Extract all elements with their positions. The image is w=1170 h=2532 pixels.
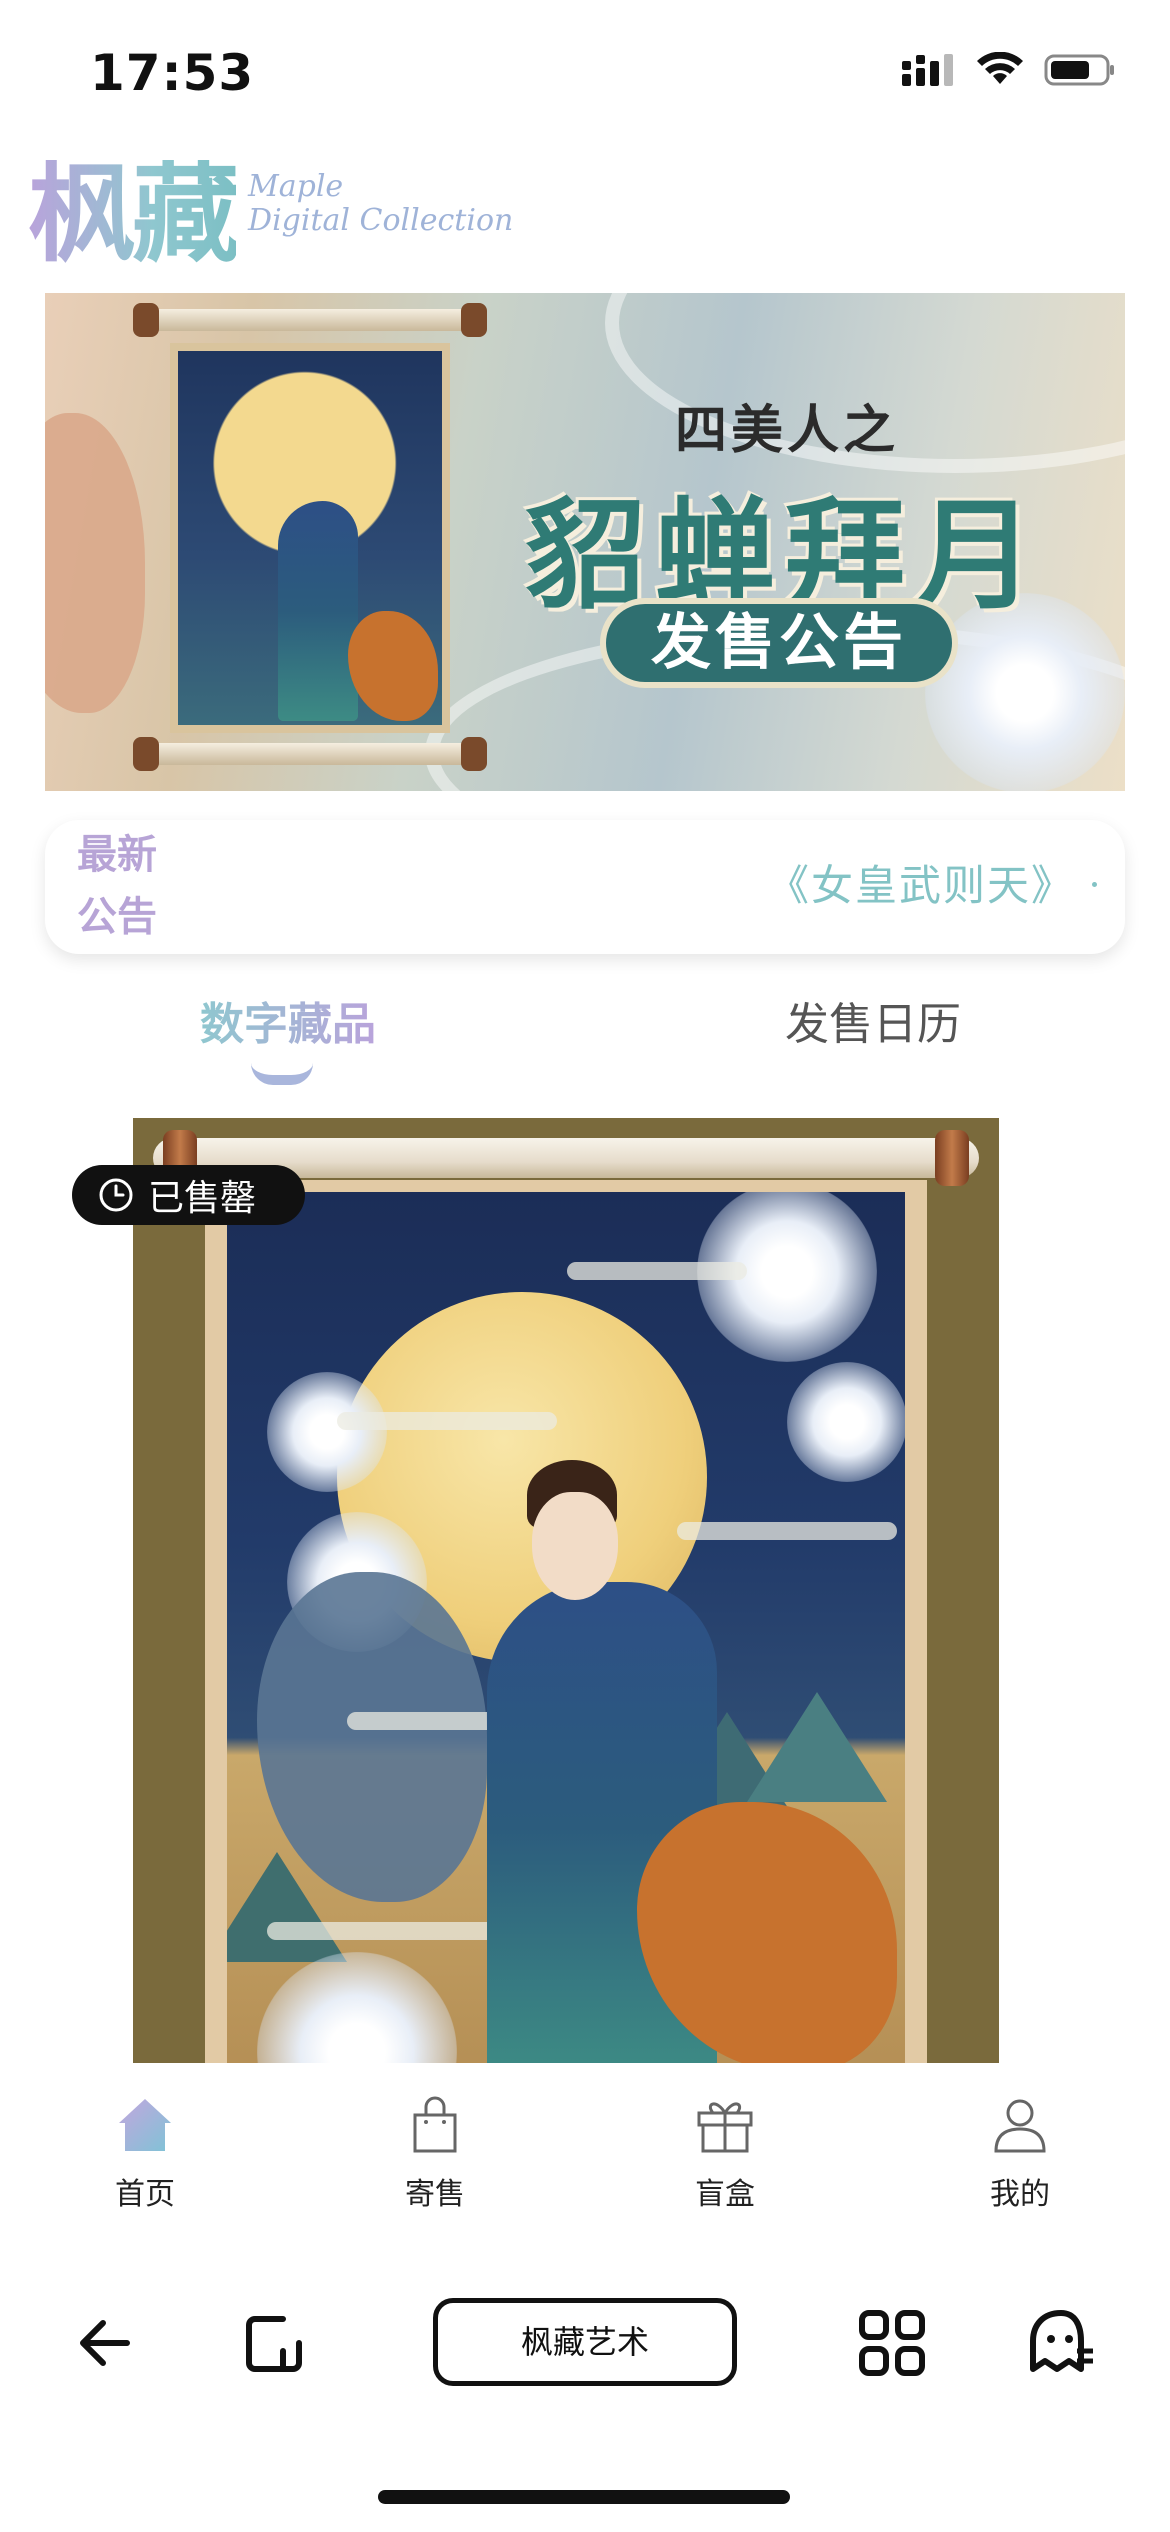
collection-card[interactable] (133, 1118, 999, 2063)
banner-scroll-rod-top (140, 309, 480, 331)
banner-subtitle: 四美人之 (675, 401, 900, 461)
tab-sale-calendar[interactable]: 发售日历 (785, 988, 961, 1052)
logo-en-text: Maple Digital Collection (248, 170, 513, 238)
artwork-figure-face (532, 1492, 618, 1600)
promo-banner[interactable]: 四美人之 貂蝉拜月 发售公告 (45, 293, 1125, 791)
nav-home-label: 首页 (115, 2177, 175, 2212)
back-arrow-icon[interactable] (75, 2313, 135, 2373)
banner-scroll-knob (461, 737, 487, 771)
artwork-mountain (747, 1692, 887, 1802)
banner-scroll-painting (170, 343, 450, 733)
artwork-mountain (227, 1852, 347, 1962)
nav-consign[interactable]: 寄售 (355, 2093, 515, 2213)
notice-text[interactable]: 《女皇武则天》 (767, 852, 1075, 913)
banner-rock-decoration (45, 413, 145, 713)
banner-sale-pill: 发售公告 (600, 598, 958, 688)
nav-blind-box-label: 盲盒 (695, 2177, 755, 2212)
banner-figure (278, 501, 358, 721)
logo-en-line2: Digital Collection (248, 203, 514, 238)
app-logo: 枫藏 Maple Digital Collection (28, 160, 513, 270)
card-artwork (227, 1192, 905, 2063)
artwork-cloud (567, 1262, 747, 1280)
status-bar: 17:53 (0, 0, 1170, 150)
assistant-face-icon[interactable] (1025, 2307, 1097, 2379)
logo-cn-text: 枫藏 (28, 152, 240, 277)
artwork-flower (267, 1372, 387, 1492)
wifi-icon (977, 52, 1023, 84)
artwork-cloud (337, 1412, 557, 1430)
latest-notice-bar[interactable]: 最新公告 《女皇武则天》 (45, 820, 1125, 954)
sold-out-text: 已售罄 (148, 1178, 257, 1219)
card-scroll-rod-end (935, 1130, 969, 1186)
logo-en-line1: Maple (248, 169, 344, 204)
shopping-bag-icon (413, 2096, 457, 2153)
nav-profile[interactable]: 我的 (940, 2093, 1100, 2213)
signal-icon (902, 54, 953, 86)
status-icons (902, 52, 1116, 88)
banner-rock (348, 611, 438, 721)
user-icon (994, 2099, 1046, 2153)
notice-marquee-dot (1092, 882, 1097, 887)
nav-home[interactable]: 首页 (65, 2093, 225, 2213)
banner-scroll-knob (133, 737, 159, 771)
notice-label: 最新公告 (77, 832, 157, 940)
nav-consign-label: 寄售 (405, 2177, 465, 2212)
banner-scroll-knob (133, 303, 159, 337)
nav-profile-label: 我的 (990, 2177, 1050, 2212)
window-icon[interactable] (243, 2313, 305, 2375)
home-icon (119, 2099, 171, 2151)
nav-blind-box[interactable]: 盲盒 (645, 2093, 805, 2213)
sold-out-badge: 已售罄 (72, 1165, 305, 1225)
clock-icon (99, 1178, 133, 1212)
status-time: 17:53 (90, 44, 255, 102)
apps-grid-icon[interactable] (858, 2309, 926, 2377)
mini-app-title[interactable]: 枫藏艺术 (433, 2298, 737, 2386)
bottom-nav: 首页 寄售 盲盒 我的 (0, 2063, 1170, 2243)
tab-active-indicator (251, 1063, 313, 1085)
banner-scroll-knob (461, 303, 487, 337)
gift-icon (697, 2102, 753, 2153)
tab-digital-collections[interactable]: 数字藏品 (200, 988, 376, 1052)
artwork-flower (787, 1362, 905, 1482)
battery-icon (1044, 54, 1114, 86)
banner-sale-pill-text: 发售公告 (651, 608, 907, 678)
artwork-flower (257, 1952, 457, 2063)
banner-scroll-rod-bottom (140, 743, 480, 765)
artwork-cloud (677, 1522, 897, 1540)
home-indicator[interactable] (378, 2490, 790, 2504)
browser-toolbar: 枫藏艺术 (0, 2243, 1170, 2433)
